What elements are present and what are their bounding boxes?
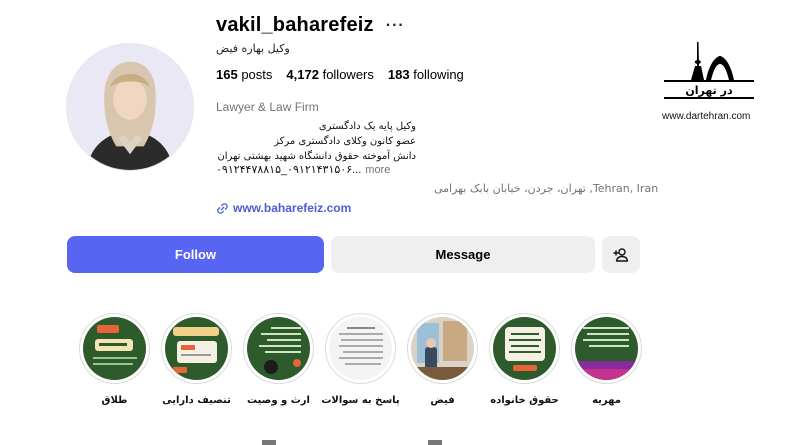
more-options-icon[interactable]: ··· [386, 17, 405, 35]
highlight-item[interactable]: پاسخ به سوالات [321, 313, 400, 406]
profile-address[interactable]: تهران، جردن، خیابان بابک بهرامی ,Tehran,… [434, 182, 658, 195]
highlight-cover [83, 317, 146, 380]
highlight-item[interactable]: حقوق خانواده [489, 313, 560, 406]
profile-username: vakil_baharefeiz [216, 14, 374, 36]
highlight-item[interactable]: فیض [407, 313, 478, 406]
bio-phone-line: ۰۹۱۲۴۴۷۸۸۱۵_۰۹۱۲۱۴۳۱۵۰۶... more [216, 163, 390, 176]
following-label: following [413, 67, 464, 82]
profile-category: Lawyer & Law Firm [216, 100, 319, 114]
brand-logo: در تهران [664, 42, 754, 99]
highlight-ring [79, 313, 150, 384]
highlight-cover [493, 317, 556, 380]
highlight-cover [247, 317, 310, 380]
message-button[interactable]: Message [331, 236, 595, 273]
highlight-item[interactable]: طلاق [79, 313, 150, 406]
highlight-ring [407, 313, 478, 384]
highlight-ring [571, 313, 642, 384]
highlight-label: حقوق خانواده [490, 395, 559, 406]
follow-button[interactable]: Follow [67, 236, 324, 273]
tagged-tab-icon[interactable] [428, 440, 442, 445]
profile-website-link[interactable]: www.baharefeiz.com [216, 201, 351, 215]
highlight-ring [489, 313, 560, 384]
highlight-label: مهریه [592, 395, 621, 406]
highlight-cover [575, 317, 638, 380]
profile-display-name: وکیل بهاره فیض [216, 42, 290, 55]
posts-count: 165 [216, 67, 238, 82]
bio-more-link[interactable]: more [365, 164, 390, 176]
highlight-item[interactable]: تنصیف دارایی [161, 313, 232, 406]
highlight-cover [329, 317, 392, 380]
followers-label: followers [322, 67, 374, 82]
highlight-label: طلاق [101, 395, 128, 406]
brand-url: www.dartehran.com [662, 111, 751, 122]
highlight-cover [411, 317, 474, 380]
website-url: www.baharefeiz.com [233, 201, 352, 215]
phone-numbers: ۰۹۱۲۴۴۷۸۸۱۵_۰۹۱۲۱۴۳۱۵۰۶... [216, 164, 362, 176]
highlight-ring [161, 313, 232, 384]
bio-line: عضو کانون وکلای دادگستری مرکز [274, 136, 416, 147]
profile-tabs-row [262, 440, 442, 445]
highlight-label: فیض [430, 395, 455, 406]
grid-tab-icon[interactable] [262, 440, 276, 445]
highlight-item[interactable]: مهریه [571, 313, 642, 406]
followers-stat[interactable]: 4,172 followers [286, 67, 373, 82]
following-count: 183 [387, 67, 410, 82]
highlight-ring [325, 313, 396, 384]
followers-count: 4,172 [286, 67, 319, 82]
person-add-icon [613, 247, 629, 262]
highlight-label: ارث و وصیت [247, 395, 310, 406]
highlight-item[interactable]: ارث و وصیت [243, 313, 314, 406]
following-stat[interactable]: 183 following [388, 67, 464, 82]
story-highlights: طلاق تنصیف دارایی ارث و وصیت پاسخ به سوا… [79, 313, 642, 406]
posts-stat[interactable]: 165 posts [216, 67, 272, 82]
link-icon [217, 202, 228, 214]
highlight-label: پاسخ به سوالات [321, 395, 400, 406]
posts-label: posts [241, 67, 273, 82]
profile-bio: وکیل پایه یک دادگستری عضو کانون وکلای دا… [216, 119, 416, 164]
highlight-label: تنصیف دارایی [162, 395, 231, 406]
brand-logo-text: در تهران [685, 84, 733, 97]
suggested-accounts-button[interactable] [602, 236, 640, 273]
bio-line: دانش آموخته حقوق دانشگاه شهید بهشتی تهرا… [217, 151, 416, 162]
profile-avatar[interactable] [66, 43, 194, 171]
highlight-ring [243, 313, 314, 384]
avatar-image [67, 44, 193, 170]
highlight-cover [165, 317, 228, 380]
brand-watermark: در تهران www.dartehran.com [662, 40, 757, 122]
profile-stats: 165 posts 4,172 followers 183 following [216, 67, 464, 82]
bio-line: وکیل پایه یک دادگستری [318, 121, 416, 132]
